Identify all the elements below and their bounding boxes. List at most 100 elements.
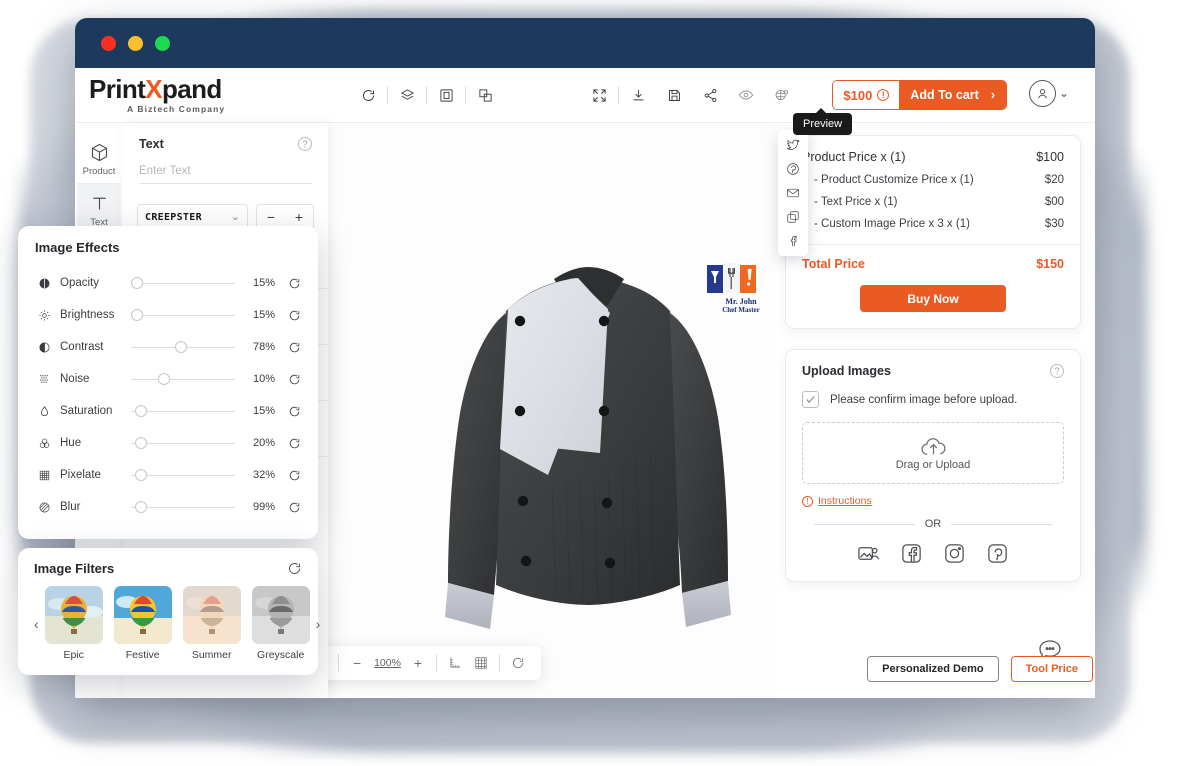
effect-row-blur: Blur 99% bbox=[35, 491, 301, 523]
share-icon[interactable] bbox=[696, 81, 724, 109]
copy-icon[interactable] bbox=[786, 210, 800, 224]
filter-label: Summer bbox=[191, 649, 232, 661]
effect-label: Blur bbox=[60, 501, 81, 513]
twitter-icon[interactable] bbox=[786, 138, 800, 152]
refresh-icon[interactable] bbox=[354, 81, 382, 109]
design-canvas[interactable]: Mr. John Chef Master bbox=[328, 123, 775, 698]
account-menu[interactable]: ⌄ bbox=[1028, 80, 1069, 107]
hue-slider[interactable] bbox=[131, 436, 235, 450]
logo-name: Mr. John bbox=[725, 297, 757, 306]
facebook-icon[interactable] bbox=[900, 542, 923, 565]
saturation-slider[interactable] bbox=[131, 404, 235, 418]
price-line-value: $30 bbox=[1044, 218, 1064, 230]
window-titlebar bbox=[75, 18, 1095, 68]
printed-logo[interactable]: Mr. John Chef Master bbox=[706, 263, 776, 314]
help-icon[interactable]: ? bbox=[298, 137, 312, 151]
filter-item-summer[interactable]: Summer bbox=[182, 586, 241, 661]
reset-icon[interactable] bbox=[275, 373, 301, 386]
toolbar-divider bbox=[498, 654, 500, 672]
font-family-value: CREEPSTER bbox=[145, 211, 202, 223]
brightness-slider[interactable] bbox=[131, 308, 235, 322]
reset-icon[interactable] bbox=[275, 341, 301, 354]
effect-value: 10% bbox=[252, 373, 275, 385]
effect-label: Brightness bbox=[60, 309, 115, 321]
noise-slider[interactable] bbox=[131, 372, 235, 386]
layers-icon[interactable] bbox=[393, 81, 421, 109]
footer-buttons: Personalized Demo Tool Price bbox=[867, 656, 1093, 682]
reset-icon[interactable] bbox=[275, 405, 301, 418]
sidebar-item-product[interactable]: Product bbox=[77, 133, 121, 184]
cube-icon bbox=[91, 143, 107, 162]
cart-price-label: $100 bbox=[843, 87, 873, 103]
opacity-slider[interactable] bbox=[131, 276, 235, 290]
instagram-icon[interactable] bbox=[943, 542, 966, 565]
window-maximize-button[interactable] bbox=[155, 35, 170, 51]
reset-icon[interactable] bbox=[275, 469, 301, 482]
filter-item-epic[interactable]: Epic bbox=[44, 586, 103, 661]
zoom-in-button[interactable]: + bbox=[405, 650, 431, 676]
reset-canvas-button[interactable] bbox=[505, 650, 531, 676]
info-icon[interactable]: ! bbox=[877, 89, 890, 101]
pinterest-icon[interactable] bbox=[786, 162, 800, 176]
ruler-icon[interactable] bbox=[442, 650, 468, 676]
reset-icon[interactable] bbox=[275, 501, 301, 514]
buy-now-button[interactable]: Buy Now bbox=[860, 285, 1006, 312]
font-size-decrease[interactable]: − bbox=[267, 209, 275, 225]
duplicate-icon[interactable] bbox=[471, 81, 499, 109]
cart-price[interactable]: $100 ! bbox=[833, 81, 900, 109]
price-main-value: $100 bbox=[1036, 150, 1064, 164]
zoom-out-button[interactable]: − bbox=[344, 650, 370, 676]
tool-price-button[interactable]: Tool Price bbox=[1010, 656, 1093, 682]
grid-icon[interactable] bbox=[468, 650, 494, 676]
filter-thumbnail bbox=[113, 586, 172, 644]
brand-logo[interactable]: PrintXpand A Biztech Company bbox=[83, 73, 288, 114]
carousel-prev-button[interactable]: ‹ bbox=[34, 616, 39, 632]
filter-item-festive[interactable]: Festive bbox=[113, 586, 172, 661]
brand-name-part2: pand bbox=[161, 73, 222, 104]
pixelate-icon bbox=[35, 469, 53, 482]
effect-row-contrast: Contrast 78% bbox=[35, 331, 301, 363]
effect-label: Noise bbox=[60, 373, 90, 385]
hue-icon bbox=[35, 437, 53, 450]
effect-value: 78% bbox=[252, 341, 275, 353]
brand-name-x: X bbox=[145, 73, 162, 104]
personalized-demo-button[interactable]: Personalized Demo bbox=[867, 656, 999, 682]
pixelate-slider[interactable] bbox=[131, 468, 235, 482]
share-flyout bbox=[778, 130, 808, 256]
zoom-level[interactable]: 100% bbox=[370, 657, 405, 669]
reset-icon[interactable] bbox=[275, 309, 301, 322]
toolbar-divider bbox=[435, 654, 437, 672]
preview-tooltip: Preview bbox=[793, 108, 853, 135]
font-size-increase[interactable]: + bbox=[295, 209, 303, 225]
effect-label: Opacity bbox=[60, 277, 99, 289]
reset-icon[interactable] bbox=[275, 437, 301, 450]
effect-label: Contrast bbox=[60, 341, 104, 353]
toolbar-divider bbox=[465, 86, 466, 104]
add-to-cart-label: Add To cart bbox=[910, 88, 979, 102]
filter-item-greyscale[interactable]: Greyscale bbox=[251, 586, 310, 661]
window-close-button[interactable] bbox=[101, 35, 116, 51]
pinterest-icon[interactable] bbox=[986, 542, 1009, 565]
download-icon[interactable] bbox=[624, 81, 652, 109]
settings-3d-icon[interactable] bbox=[768, 81, 796, 109]
email-icon[interactable] bbox=[786, 186, 800, 200]
logo-role: Chef Master bbox=[722, 306, 760, 314]
contrast-icon bbox=[35, 341, 53, 354]
brand-name-part1: Print bbox=[89, 73, 146, 104]
reset-icon[interactable] bbox=[287, 561, 302, 576]
add-to-cart-button[interactable]: Add To cart › bbox=[899, 81, 1006, 109]
frame-icon[interactable] bbox=[432, 81, 460, 109]
fullscreen-icon[interactable] bbox=[585, 81, 613, 109]
reset-icon[interactable] bbox=[275, 277, 301, 290]
preview-icon[interactable] bbox=[732, 81, 760, 109]
blur-slider[interactable] bbox=[131, 500, 235, 514]
window-minimize-button[interactable] bbox=[128, 35, 143, 51]
facebook-icon[interactable] bbox=[786, 234, 800, 248]
contrast-slider[interactable] bbox=[131, 340, 235, 354]
help-icon[interactable]: ? bbox=[1050, 364, 1064, 378]
toolbar-divider bbox=[426, 86, 427, 104]
text-input[interactable]: Enter Text bbox=[139, 165, 312, 184]
carousel-next-button[interactable]: › bbox=[316, 616, 321, 632]
save-icon[interactable] bbox=[660, 81, 688, 109]
logo-graphic bbox=[707, 263, 756, 293]
